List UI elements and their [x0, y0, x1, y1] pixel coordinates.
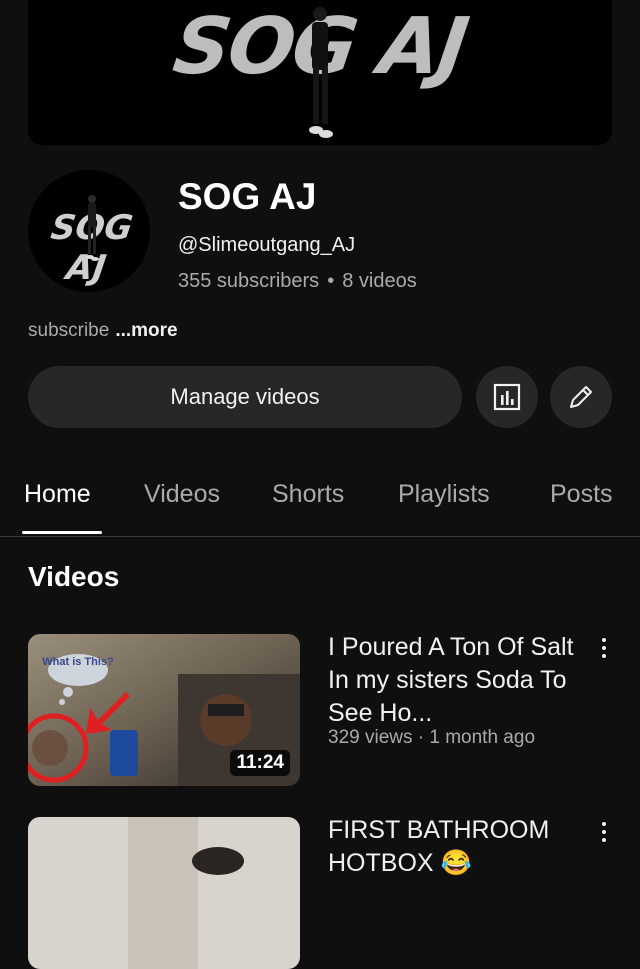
video-count: 8 videos [342, 270, 417, 292]
tab-posts[interactable]: Posts [550, 480, 613, 509]
channel-tabs: Home Videos Shorts Playlists Posts [0, 472, 640, 537]
analytics-button[interactable] [476, 366, 538, 428]
channel-name: SOG AJ [178, 176, 317, 217]
channel-stats: 355 subscribers • 8 videos [178, 270, 417, 293]
channel-avatar[interactable]: SOG AJ [28, 170, 150, 292]
more-link[interactable]: ...more [115, 320, 177, 341]
analytics-icon [493, 383, 521, 411]
video-duration: 11:24 [230, 750, 290, 776]
video-more-menu-icon[interactable] [596, 822, 612, 842]
video-title[interactable]: FIRST BATHROOM HOTBOX 😂 [328, 814, 578, 880]
channel-banner: SOG AJ [28, 0, 612, 145]
stats-separator: • [327, 270, 335, 292]
thumbnail-caption: What is This? [42, 656, 114, 668]
video-thumbnail[interactable]: What is This? 11:24 [28, 634, 300, 786]
video-thumbnail[interactable] [28, 817, 300, 969]
tab-shorts[interactable]: Shorts [272, 480, 344, 509]
video-title[interactable]: I Poured A Ton Of Salt In my sisters Sod… [328, 631, 578, 730]
tab-playlists[interactable]: Playlists [398, 480, 490, 509]
avatar-person-figure [86, 195, 99, 261]
active-tab-indicator [22, 531, 102, 534]
tab-videos[interactable]: Videos [144, 480, 220, 509]
section-title: Videos [28, 561, 120, 592]
video-meta: 329 views · 1 month ago [328, 727, 536, 748]
manage-videos-button[interactable]: Manage videos [28, 366, 462, 428]
channel-handle: @Slimeoutgang_AJ [178, 234, 356, 256]
description-text: subscribe [28, 320, 110, 341]
channel-description[interactable]: subscribe ...more [28, 320, 178, 342]
thumbnail-image [28, 817, 300, 969]
subscriber-count: 355 subscribers [178, 270, 320, 292]
pencil-icon [570, 386, 592, 408]
banner-person-figure [309, 7, 333, 138]
edit-channel-button[interactable] [550, 366, 612, 428]
video-more-menu-icon[interactable] [596, 638, 612, 658]
tab-home[interactable]: Home [24, 480, 91, 509]
